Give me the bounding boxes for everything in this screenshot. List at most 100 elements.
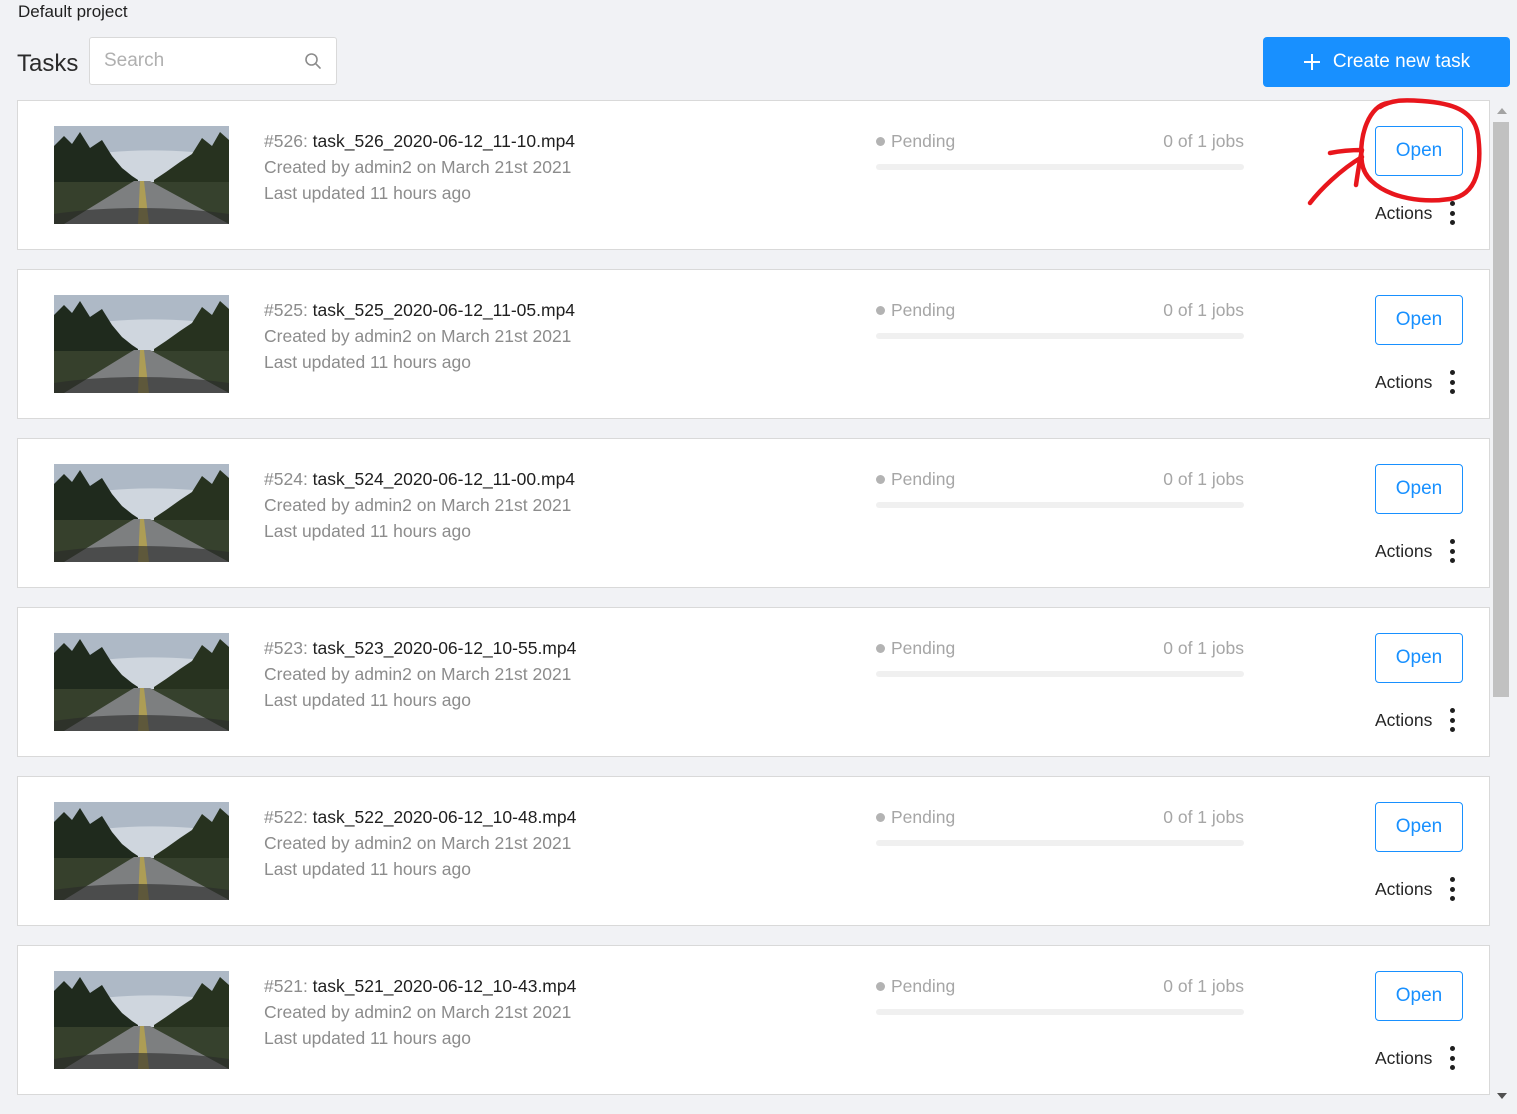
- open-button[interactable]: Open: [1375, 633, 1463, 683]
- actions-label: Actions: [1375, 709, 1433, 730]
- task-preview-thumbnail[interactable]: [54, 971, 229, 1069]
- task-title[interactable]: #524: task_524_2020-06-12_11-00.mp4: [264, 466, 575, 492]
- more-vertical-icon[interactable]: [1449, 370, 1455, 394]
- status-dot-icon: [876, 136, 885, 146]
- task-name[interactable]: task_521_2020-06-12_10-43.mp4: [313, 976, 577, 996]
- task-card: #526: task_526_2020-06-12_11-10.mp4 Crea…: [17, 100, 1490, 250]
- task-info: #526: task_526_2020-06-12_11-10.mp4 Crea…: [264, 128, 575, 206]
- actions-menu[interactable]: Actions: [1375, 370, 1455, 394]
- status-text: Pending: [891, 299, 956, 320]
- status-text: Pending: [891, 130, 956, 151]
- open-button[interactable]: Open: [1375, 126, 1463, 176]
- jobs-count: 0 of 1 jobs: [1163, 637, 1244, 658]
- task-preview-thumbnail[interactable]: [54, 464, 229, 562]
- task-id-colon: :: [302, 300, 313, 320]
- task-title[interactable]: #521: task_521_2020-06-12_10-43.mp4: [264, 973, 576, 999]
- task-title[interactable]: #526: task_526_2020-06-12_11-10.mp4: [264, 128, 575, 154]
- page-title: Tasks: [17, 50, 79, 77]
- search-input[interactable]: [90, 38, 304, 84]
- more-vertical-icon[interactable]: [1449, 708, 1455, 732]
- jobs-count: 0 of 1 jobs: [1163, 975, 1244, 996]
- jobs-count: 0 of 1 jobs: [1163, 806, 1244, 827]
- task-title[interactable]: #523: task_523_2020-06-12_10-55.mp4: [264, 635, 576, 661]
- task-preview-thumbnail[interactable]: [54, 802, 229, 900]
- task-id: #526: [264, 131, 303, 151]
- task-card: #522: task_522_2020-06-12_10-48.mp4 Crea…: [17, 776, 1490, 926]
- task-created-text: Created by admin2 on March 21st 2021: [264, 326, 572, 346]
- more-vertical-icon[interactable]: [1449, 539, 1455, 563]
- scroll-up-arrow-icon[interactable]: [1497, 108, 1507, 114]
- task-name[interactable]: task_526_2020-06-12_11-10.mp4: [313, 131, 575, 151]
- plus-icon: [1303, 54, 1320, 70]
- scrollbar-thumb[interactable]: [1493, 122, 1509, 697]
- task-id: #525: [264, 300, 303, 320]
- task-created-text: Created by admin2 on March 21st 2021: [264, 833, 572, 853]
- open-button[interactable]: Open: [1375, 295, 1463, 345]
- task-status: Pending 0 of 1 jobs: [876, 973, 1244, 1015]
- status-text: Pending: [891, 637, 956, 658]
- progress-bar: [876, 671, 1244, 677]
- open-button[interactable]: Open: [1375, 802, 1463, 852]
- status-badge: Pending: [876, 300, 955, 321]
- task-card: #523: task_523_2020-06-12_10-55.mp4 Crea…: [17, 607, 1490, 757]
- more-vertical-icon[interactable]: [1449, 1046, 1455, 1070]
- task-status: Pending 0 of 1 jobs: [876, 466, 1244, 508]
- open-button[interactable]: Open: [1375, 464, 1463, 514]
- open-button[interactable]: Open: [1375, 971, 1463, 1021]
- task-info: #525: task_525_2020-06-12_11-05.mp4 Crea…: [264, 297, 575, 375]
- actions-label: Actions: [1375, 878, 1433, 899]
- status-badge: Pending: [876, 131, 955, 152]
- task-preview-thumbnail[interactable]: [54, 126, 229, 224]
- road-thumbnail-image: [54, 633, 229, 731]
- status-text: Pending: [891, 468, 956, 489]
- task-preview-thumbnail[interactable]: [54, 633, 229, 731]
- actions-label: Actions: [1375, 540, 1433, 561]
- task-created-text: Created by admin2 on March 21st 2021: [264, 157, 572, 177]
- status-dot-icon: [876, 305, 885, 315]
- scroll-down-arrow-icon[interactable]: [1497, 1093, 1507, 1099]
- search-box[interactable]: [89, 37, 337, 85]
- status-badge: Pending: [876, 976, 955, 997]
- task-status: Pending 0 of 1 jobs: [876, 297, 1244, 339]
- more-vertical-icon[interactable]: [1449, 201, 1455, 225]
- task-card: #521: task_521_2020-06-12_10-43.mp4 Crea…: [17, 945, 1490, 1095]
- create-new-task-button[interactable]: Create new task: [1263, 37, 1510, 87]
- status-badge: Pending: [876, 807, 955, 828]
- task-created-text: Created by admin2 on March 21st 2021: [264, 1002, 572, 1022]
- progress-bar: [876, 840, 1244, 846]
- actions-menu[interactable]: Actions: [1375, 539, 1455, 563]
- task-info: #521: task_521_2020-06-12_10-43.mp4 Crea…: [264, 973, 576, 1051]
- actions-menu[interactable]: Actions: [1375, 708, 1455, 732]
- task-updated-text: Last updated 11 hours ago: [264, 352, 471, 372]
- progress-bar: [876, 1009, 1244, 1015]
- actions-label: Actions: [1375, 202, 1433, 223]
- actions-label: Actions: [1375, 371, 1433, 392]
- road-thumbnail-image: [54, 971, 229, 1069]
- task-name[interactable]: task_522_2020-06-12_10-48.mp4: [313, 807, 577, 827]
- task-id-colon: :: [302, 131, 313, 151]
- task-preview-thumbnail[interactable]: [54, 295, 229, 393]
- task-created-text: Created by admin2 on March 21st 2021: [264, 664, 572, 684]
- actions-menu[interactable]: Actions: [1375, 1046, 1455, 1070]
- jobs-count: 0 of 1 jobs: [1163, 130, 1244, 151]
- status-text: Pending: [891, 806, 956, 827]
- task-id: #524: [264, 469, 303, 489]
- actions-menu[interactable]: Actions: [1375, 201, 1455, 225]
- jobs-count: 0 of 1 jobs: [1163, 299, 1244, 320]
- progress-bar: [876, 502, 1244, 508]
- task-name[interactable]: task_524_2020-06-12_11-00.mp4: [313, 469, 575, 489]
- task-name[interactable]: task_523_2020-06-12_10-55.mp4: [313, 638, 577, 658]
- task-info: #522: task_522_2020-06-12_10-48.mp4 Crea…: [264, 804, 576, 882]
- actions-menu[interactable]: Actions: [1375, 877, 1455, 901]
- task-id: #521: [264, 976, 303, 996]
- search-icon[interactable]: [304, 52, 322, 70]
- task-title[interactable]: #525: task_525_2020-06-12_11-05.mp4: [264, 297, 575, 323]
- road-thumbnail-image: [54, 802, 229, 900]
- task-id-colon: :: [302, 807, 313, 827]
- task-title[interactable]: #522: task_522_2020-06-12_10-48.mp4: [264, 804, 576, 830]
- more-vertical-icon[interactable]: [1449, 877, 1455, 901]
- road-thumbnail-image: [54, 464, 229, 562]
- task-name[interactable]: task_525_2020-06-12_11-05.mp4: [313, 300, 575, 320]
- status-dot-icon: [876, 474, 885, 484]
- task-info: #524: task_524_2020-06-12_11-00.mp4 Crea…: [264, 466, 575, 544]
